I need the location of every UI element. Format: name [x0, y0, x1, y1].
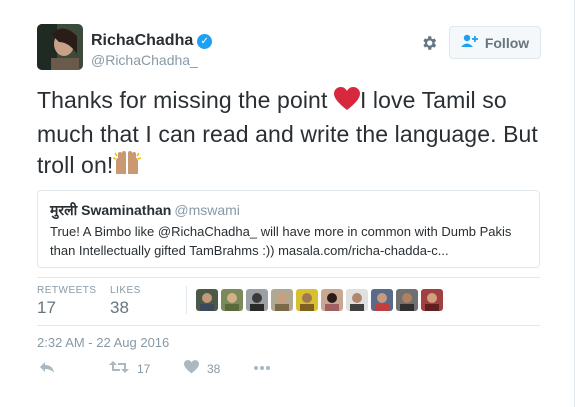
quoted-tweet[interactable]: मुरली Swaminathan @mswami True! A Bimbo l… [37, 190, 540, 268]
like-count: 38 [207, 361, 221, 376]
liker-avatar[interactable] [396, 289, 418, 311]
quoted-author-handle[interactable]: @mswami [174, 202, 240, 218]
likes-count[interactable]: 38 [110, 298, 141, 318]
stat-divider [186, 286, 187, 314]
liker-avatar[interactable] [196, 289, 218, 311]
follow-label: Follow [484, 34, 530, 51]
likes-stat[interactable]: LIKES 38 [110, 285, 141, 318]
avatar[interactable] [37, 24, 83, 70]
tweet-actions: 17 38 [37, 360, 297, 380]
display-name[interactable]: RichaChadha ✓ [91, 32, 213, 50]
liker-avatar[interactable] [221, 289, 243, 311]
liker-avatar[interactable] [421, 289, 443, 311]
liker-avatar[interactable] [346, 289, 368, 311]
stats-divider-bottom [37, 325, 540, 326]
heart-emoji-icon [333, 87, 360, 119]
likes-label: LIKES [110, 285, 141, 296]
tweet-card: RichaChadha ✓ @RichaChadha_ Follow Thank… [0, 0, 575, 407]
tweet-text-part1: Thanks for missing the point [37, 87, 334, 113]
reply-button[interactable] [39, 360, 55, 377]
heart-icon [184, 360, 199, 377]
tweet-timestamp[interactable]: 2:32 AM - 22 Aug 2016 [37, 335, 169, 350]
follow-button[interactable]: Follow [449, 26, 541, 59]
display-name-text[interactable]: RichaChadha [91, 32, 193, 50]
more-dots-icon [253, 360, 271, 374]
add-user-icon [460, 34, 479, 51]
retweet-count: 17 [137, 361, 151, 376]
retweets-stat[interactable]: RETWEETS 17 [37, 285, 97, 318]
liker-avatar[interactable] [371, 289, 393, 311]
liker-avatar[interactable] [246, 289, 268, 311]
retweets-count[interactable]: 17 [37, 298, 97, 318]
raised-hands-emoji-icon [113, 150, 142, 184]
quoted-text: True! A Bimbo like @RichaChadha_ will ha… [50, 224, 512, 258]
reply-icon [39, 360, 55, 377]
quoted-author[interactable]: मुरली Swaminathan @mswami [50, 201, 240, 220]
like-button[interactable]: 38 [184, 360, 220, 377]
likers-avatars [196, 289, 443, 311]
more-button[interactable] [253, 360, 271, 374]
tweet-text: Thanks for missing the point I love Tami… [37, 85, 547, 184]
liker-avatar[interactable] [271, 289, 293, 311]
stats-divider-top [37, 277, 540, 278]
gear-icon[interactable] [420, 34, 438, 52]
quoted-author-name[interactable]: मुरली Swaminathan [50, 202, 171, 218]
retweet-icon [109, 360, 129, 377]
verified-badge-icon: ✓ [197, 33, 213, 49]
retweet-button[interactable]: 17 [109, 360, 150, 377]
liker-avatar[interactable] [296, 289, 318, 311]
user-handle[interactable]: @RichaChadha_ [91, 52, 198, 68]
retweets-label: RETWEETS [37, 285, 97, 296]
liker-avatar[interactable] [321, 289, 343, 311]
